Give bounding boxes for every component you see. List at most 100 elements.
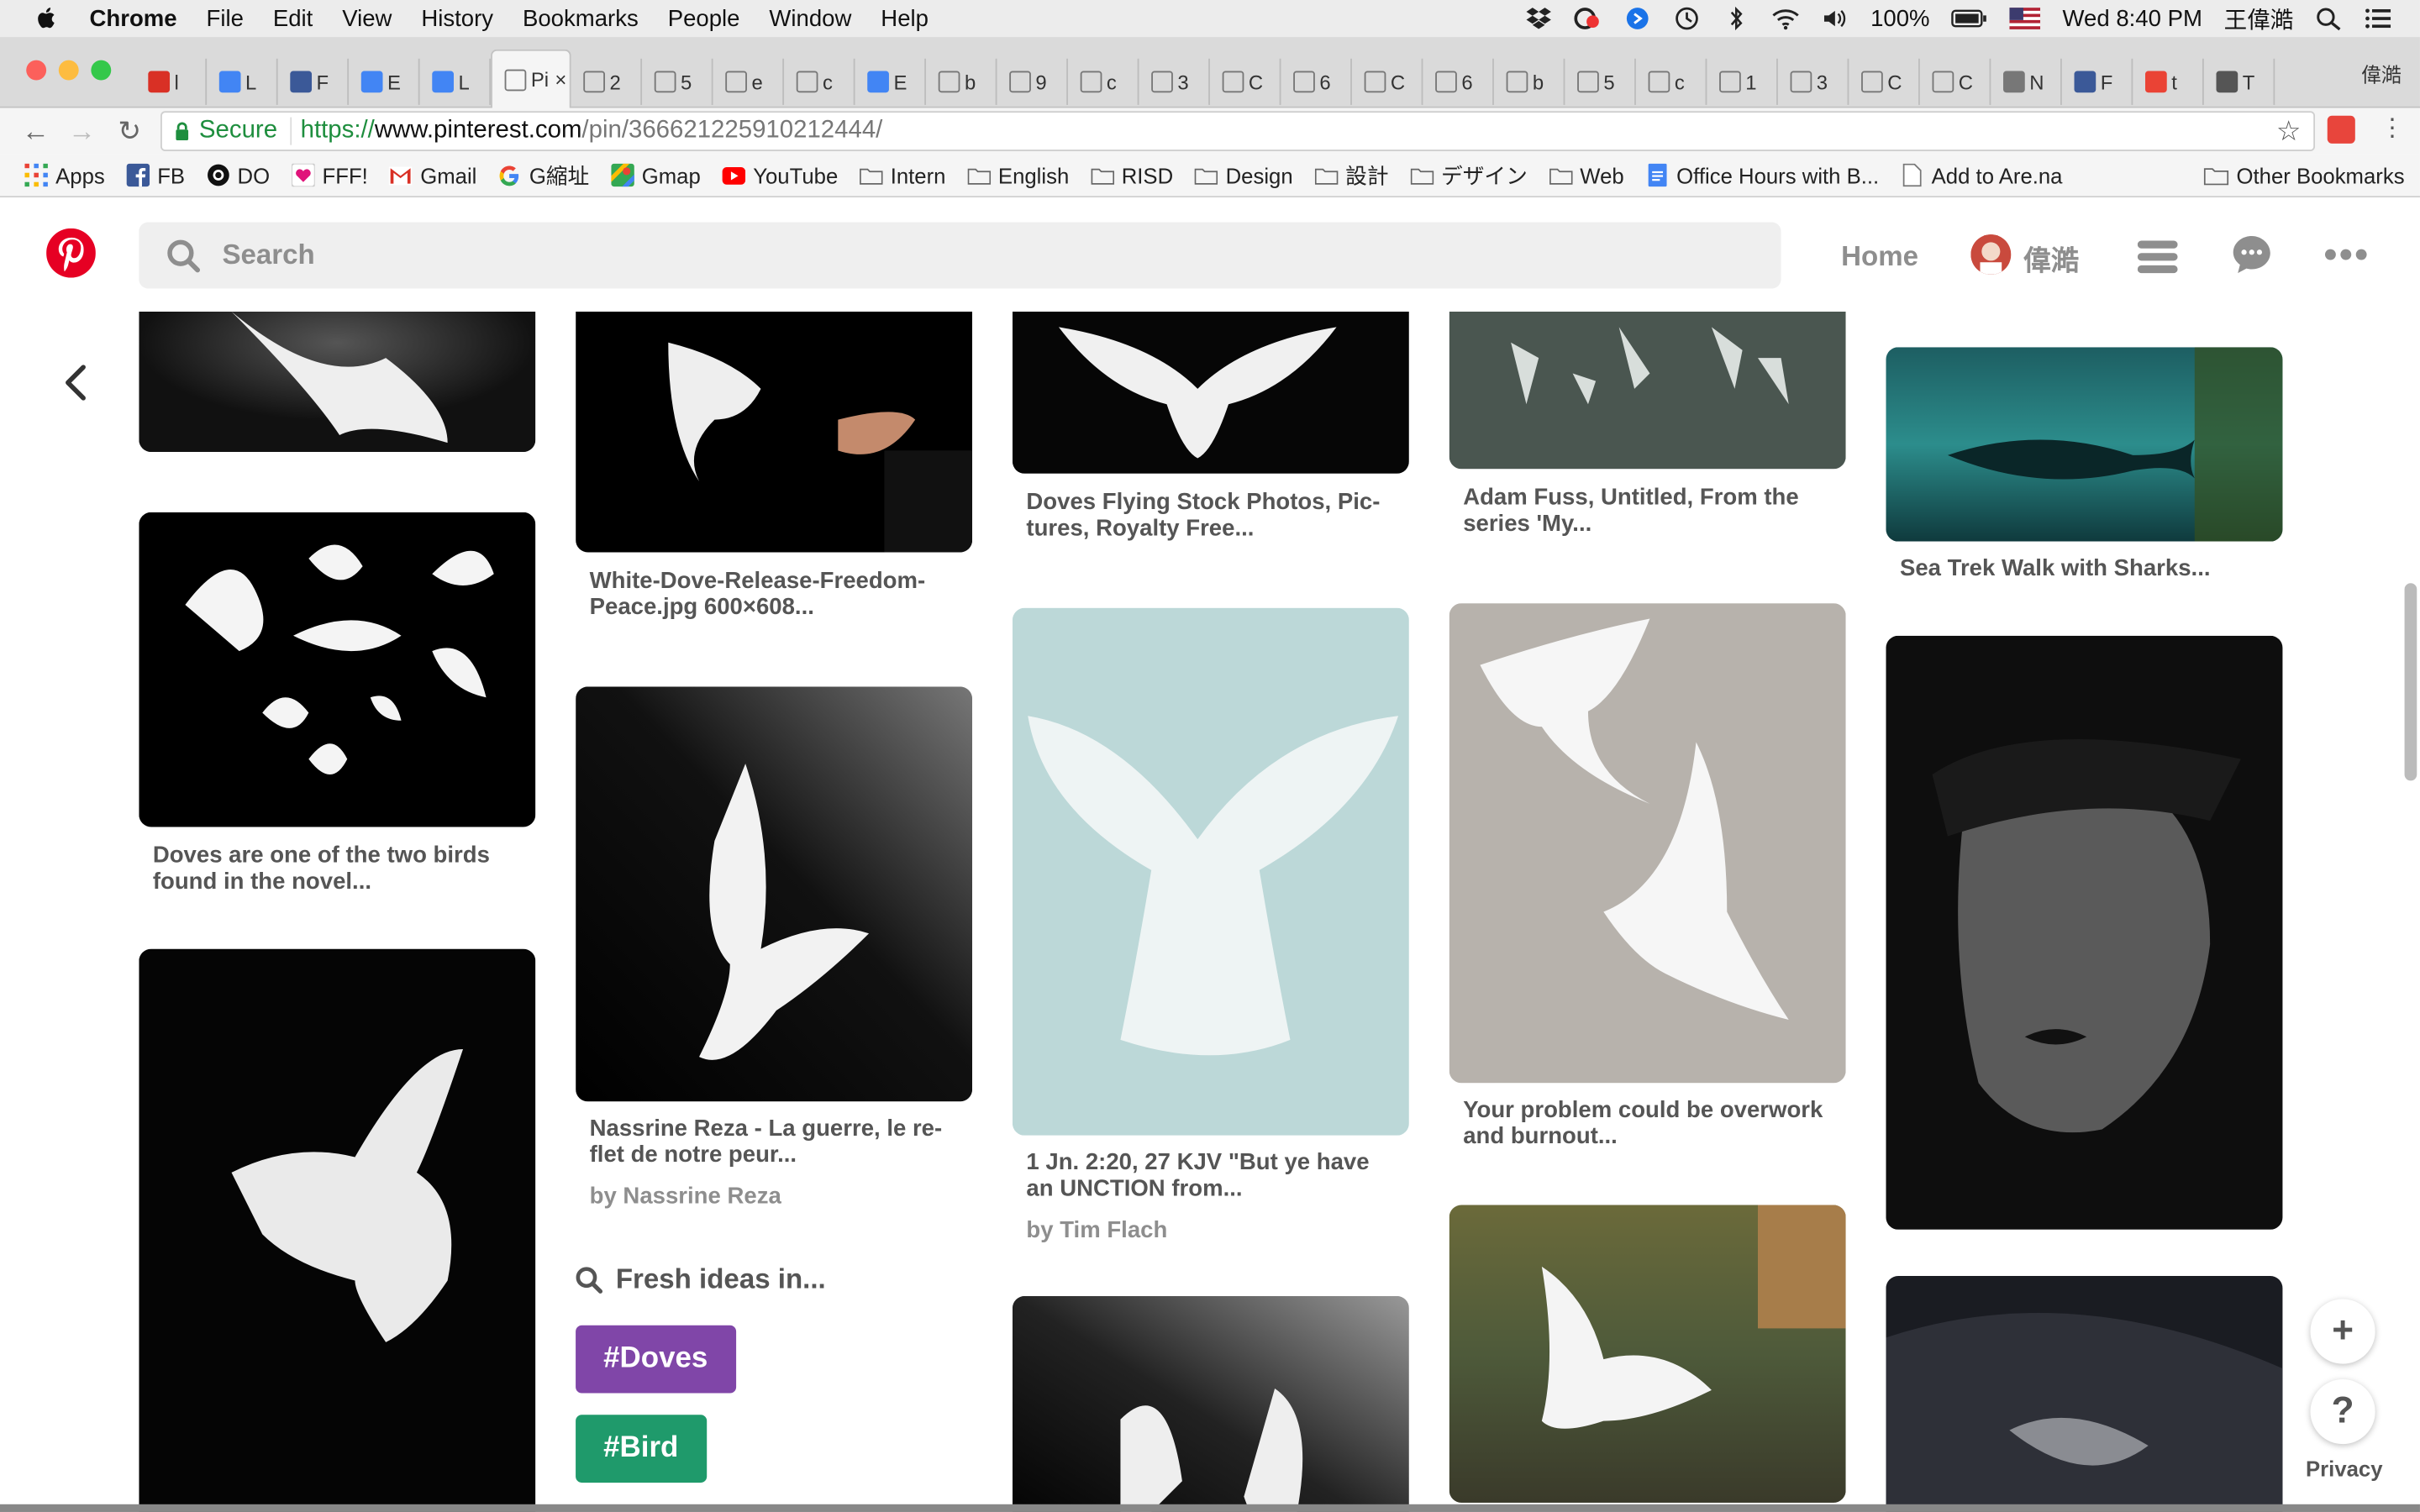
browser-tab[interactable]: 1 (1707, 58, 1778, 105)
pin-image[interactable] (139, 312, 536, 453)
menu-bookmarks[interactable]: Bookmarks (523, 5, 639, 31)
browser-tab[interactable]: E (855, 58, 927, 105)
back-button[interactable]: ← (18, 114, 52, 148)
bookmark-item[interactable]: FB (126, 163, 185, 187)
creative-cloud-icon[interactable] (1574, 6, 1602, 30)
pin-caption[interactable]: Nassrine Reza - La guerre, le re-flet de… (590, 1116, 960, 1168)
privacy-link[interactable]: Privacy (2306, 1457, 2383, 1481)
menu-icon[interactable] (2137, 238, 2178, 275)
wifi-icon[interactable] (1772, 6, 1800, 30)
us-flag-icon[interactable] (2010, 6, 2041, 30)
pin-image[interactable] (139, 948, 536, 1512)
volume-icon[interactable] (1821, 6, 1849, 30)
bookmark-item[interactable]: Gmap (610, 163, 701, 187)
bookmark-item[interactable]: デザイン (1410, 160, 1528, 191)
pin-image[interactable] (1012, 1295, 1409, 1512)
menu-file[interactable]: File (207, 5, 244, 31)
pin-image[interactable] (1886, 347, 2283, 542)
pin-image[interactable] (1449, 1205, 1846, 1503)
pin-caption[interactable]: Adam Fuss, Untitled, From the series 'My… (1463, 485, 1833, 537)
browser-tab[interactable]: N (1991, 58, 2062, 105)
shazam-icon[interactable] (1623, 6, 1651, 30)
menubar-user[interactable]: 王偉澔 (2224, 3, 2294, 35)
bookmark-item[interactable]: Intern (859, 163, 945, 187)
bookmark-item[interactable]: Office Hours with B... (1645, 163, 1879, 187)
avatar[interactable] (1970, 234, 2012, 275)
browser-tab[interactable]: e (713, 58, 785, 105)
bookmark-item[interactable]: English (967, 163, 1069, 187)
browser-tab[interactable]: b (1494, 58, 1565, 105)
browser-tab[interactable]: C (1352, 58, 1423, 105)
help-button[interactable]: ? (2310, 1379, 2375, 1445)
browser-tab[interactable]: 9 (997, 58, 1068, 105)
browser-tab[interactable]: 6 (1423, 58, 1494, 105)
pin-image[interactable] (1886, 635, 2283, 1230)
browser-tab[interactable]: t (2133, 58, 2204, 105)
pin-caption[interactable]: Your problem could be overwork and burno… (1463, 1097, 1833, 1149)
close-tab-icon[interactable]: × (555, 68, 566, 92)
pin-image[interactable] (1449, 603, 1846, 1084)
browser-tab[interactable]: C (1920, 58, 1991, 105)
spotlight-search-icon[interactable] (2315, 6, 2343, 31)
pin-caption[interactable]: Doves are one of the two birds found in … (153, 843, 523, 895)
menu-edit[interactable]: Edit (273, 5, 313, 31)
pin-image[interactable] (576, 312, 973, 553)
bookmark-item[interactable]: Web (1549, 163, 1624, 187)
menu-view[interactable]: View (342, 5, 392, 31)
bluetooth-icon[interactable] (1723, 6, 1750, 31)
add-pin-button[interactable]: + (2310, 1299, 2375, 1364)
menu-help[interactable]: Help (881, 5, 929, 31)
pin-image[interactable] (1012, 607, 1409, 1136)
browser-tab[interactable]: L (207, 58, 278, 105)
browser-tab[interactable]: b (926, 58, 997, 105)
address-bar[interactable]: Secure https:// www.pinterest.com /pin/3… (160, 111, 2316, 151)
pin-caption[interactable]: 1 Jn. 2:20, 27 KJV "But ye have an UNCTI… (1026, 1149, 1397, 1201)
browser-tab[interactable]: l (136, 58, 208, 105)
pin-caption[interactable]: White-Dove-Release-Freedom-Peace.jpg 600… (590, 568, 960, 620)
browser-tab[interactable]: T (2204, 58, 2275, 105)
pin-caption[interactable]: Sea Trek Walk with Sharks... (1900, 555, 2270, 581)
search-bar[interactable] (139, 222, 1781, 289)
chrome-menu-icon[interactable]: ⋮ (2380, 114, 2404, 145)
bookmark-item[interactable]: Apps (24, 163, 105, 187)
browser-tab[interactable]: Pi × (491, 49, 571, 108)
profile-name[interactable]: 偉澔 (2361, 59, 2402, 88)
pin-image[interactable] (1012, 312, 1409, 474)
bookmark-item[interactable]: G縮址 (498, 160, 589, 191)
pinterest-logo-icon[interactable] (46, 228, 96, 278)
menu-window[interactable]: Window (769, 5, 851, 31)
messages-icon[interactable] (2232, 234, 2272, 275)
browser-tab[interactable]: 6 (1281, 58, 1352, 105)
reload-button[interactable]: ↻ (113, 114, 146, 148)
bookmark-item[interactable]: Design (1194, 163, 1293, 187)
browser-tab[interactable]: C (1210, 58, 1281, 105)
pin-author[interactable]: by Nassrine Reza (590, 1184, 781, 1210)
browser-tab[interactable]: c (1636, 58, 1707, 105)
browser-tab[interactable]: L (420, 58, 492, 105)
browser-tab[interactable]: c (1068, 58, 1139, 105)
profile-link[interactable]: 偉澔 (2023, 239, 2079, 280)
tag-bird[interactable]: #Bird (576, 1415, 707, 1483)
zoom-window-button[interactable] (91, 60, 112, 81)
search-input[interactable] (222, 239, 1612, 272)
browser-tab[interactable]: 2 (571, 58, 643, 105)
clock[interactable]: Wed 8:40 PM (2063, 5, 2202, 31)
minimize-window-button[interactable] (58, 60, 79, 81)
home-link[interactable]: Home (1841, 241, 1918, 274)
browser-tab[interactable]: 5 (642, 58, 713, 105)
bookmark-item[interactable]: YouTube (722, 163, 838, 187)
browser-tab[interactable]: 5 (1565, 58, 1636, 105)
tag-doves[interactable]: #Doves (576, 1325, 736, 1394)
bookmark-item[interactable]: DO (207, 163, 270, 187)
pin-image[interactable] (576, 686, 973, 1102)
menu-people[interactable]: People (668, 5, 740, 31)
menu-history[interactable]: History (421, 5, 493, 31)
more-icon[interactable] (2324, 249, 2367, 261)
browser-tab[interactable]: F (2062, 58, 2133, 105)
bookmark-item[interactable]: Gmail (389, 163, 476, 187)
browser-tab[interactable]: F (278, 58, 350, 105)
pin-image[interactable] (139, 512, 536, 827)
pin-image[interactable] (1886, 1275, 2283, 1512)
extension-icon[interactable] (2327, 115, 2355, 144)
forward-button[interactable]: → (65, 114, 98, 148)
